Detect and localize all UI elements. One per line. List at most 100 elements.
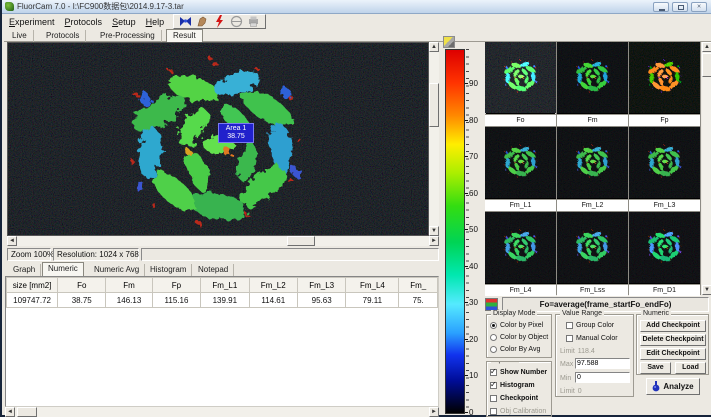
thumb-fp[interactable]: Fp (629, 42, 700, 126)
frame-thumbnail-grid: Fo Fm Fp Fm_L1 Fm_L2 Fm_L3 Fm_L4 Fm_Lss (485, 42, 701, 295)
column-header: Fm (106, 278, 153, 293)
table-row[interactable]: 109747.72 38.75 146.13 115.16 139.91 114… (7, 293, 438, 308)
thumb-fm-lss[interactable]: Fm_Lss (557, 212, 628, 296)
scroll-thumb[interactable] (17, 407, 37, 417)
checkbox-icon (490, 369, 497, 376)
menu-setup[interactable]: Setup (107, 16, 141, 28)
tab-pre-processing[interactable]: Pre-Processing (94, 30, 162, 42)
window-title: FluorCam 7.0 - I:\FC900数据包\2014.9.17-3.t… (17, 1, 184, 12)
blue-bowtie-icon[interactable] (179, 15, 192, 28)
scroll-up-icon[interactable]: ▲ (429, 42, 439, 52)
checkbox-obj-calibration[interactable]: Obj Calibration (490, 407, 546, 416)
thumb-label: Fm (557, 114, 628, 126)
tab-protocols[interactable]: Protocols (40, 30, 86, 42)
table-horizontal-scrollbar[interactable]: ◄ ► (5, 407, 439, 417)
thumb-fo[interactable]: Fo (485, 42, 556, 126)
thumbnails-vertical-scrollbar[interactable]: ▲ ▼ (702, 42, 711, 295)
menu-experiment[interactable]: Experiment (4, 16, 60, 28)
thumb-label: Fm_L1 (485, 199, 556, 211)
color-scale-legend: 90 80 70 60 50 40 30 20 10 0 (442, 36, 484, 417)
red-flash-icon[interactable] (213, 15, 226, 28)
thumb-fm-l4[interactable]: Fm_L4 (485, 212, 556, 296)
delete-checkpoint-button[interactable]: Delete Checkpoint (640, 334, 706, 346)
scroll-right-icon[interactable]: ► (429, 236, 439, 246)
brown-hand-icon[interactable] (196, 15, 209, 28)
scale-palette-icon[interactable] (443, 36, 455, 48)
radio-color-by-pixel[interactable]: Color by Pixel (490, 321, 543, 330)
radio-icon (490, 322, 497, 329)
restore-button[interactable] (672, 2, 688, 12)
min-input[interactable] (575, 372, 630, 383)
checkbox-icon (490, 395, 497, 402)
tab-live[interactable]: Live (6, 30, 34, 42)
checkbox-show-number[interactable]: Show Number (490, 368, 547, 377)
tab-histogram[interactable]: Histogram (145, 264, 192, 276)
image-horizontal-scrollbar[interactable]: ◄ ► (7, 236, 439, 246)
max-input[interactable] (575, 358, 630, 369)
scroll-left-icon[interactable]: ◄ (7, 236, 17, 246)
zoom-status: Zoom 100% (7, 248, 51, 261)
edit-checkpoint-button[interactable]: Edit Checkpoint (640, 348, 706, 360)
cell-fm-l1: 139.91 (201, 293, 249, 308)
top-tab-bar: Live Protocols Pre-Processing Result (4, 29, 711, 42)
add-checkpoint-button[interactable]: Add Checkpoint (640, 320, 706, 332)
thumb-fm-l2[interactable]: Fm_L2 (557, 127, 628, 211)
scale-tick: 70 (469, 153, 478, 161)
checkbox-checkpoint[interactable]: Checkpoint (490, 394, 538, 403)
thumb-label: Fm_L3 (629, 199, 700, 211)
status-bar: Zoom 100% Resolution: 1024 x 768 (7, 248, 439, 261)
analyze-button[interactable]: Analyze (646, 378, 700, 395)
thumb-fm-d1[interactable]: Fm_D1 (629, 212, 700, 296)
checkbox-manual-color[interactable]: Manual Color (566, 334, 618, 343)
thumb-label: Fm_Lss (557, 284, 628, 296)
max-label: Max (560, 360, 573, 369)
group-title: Value Range (560, 310, 604, 318)
globe-icon[interactable] (230, 15, 243, 28)
scroll-thumb[interactable] (429, 83, 439, 127)
column-header: Fm_L1 (201, 278, 249, 293)
thumb-label: Fm_L2 (557, 199, 628, 211)
options-group: Options Show Number Histogram Checkpoint… (486, 361, 552, 417)
load-button[interactable]: Load (675, 362, 706, 374)
image-vertical-scrollbar[interactable]: ▲ ▼ (429, 42, 439, 236)
scroll-down-icon[interactable]: ▼ (702, 285, 711, 295)
checkbox-icon (490, 382, 497, 389)
flask-icon (652, 381, 660, 392)
radio-color-by-avg[interactable]: Color By Avg (490, 345, 540, 354)
tab-notepad[interactable]: Notepad (193, 264, 234, 276)
app-window: FluorCam 7.0 - I:\FC900数据包\2014.9.17-3.t… (0, 0, 711, 417)
minimize-button[interactable] (653, 2, 669, 12)
scroll-down-icon[interactable]: ▼ (429, 226, 439, 236)
fluorescence-image-viewport[interactable]: Area 1 38.75 (7, 42, 429, 236)
printer-icon[interactable] (247, 15, 260, 28)
tab-graph[interactable]: Graph (8, 264, 41, 276)
scale-tick: 0 (469, 409, 473, 417)
tab-result[interactable]: Result (166, 29, 203, 42)
scale-tick: 20 (469, 336, 478, 344)
area-marker[interactable]: Area 1 38.75 (218, 123, 254, 143)
column-header: Fm_L4 (346, 278, 399, 293)
scroll-left-icon[interactable]: ◄ (5, 407, 15, 417)
scroll-thumb[interactable] (702, 53, 711, 77)
menu-protocols[interactable]: Protocols (60, 16, 108, 28)
scroll-thumb[interactable] (287, 236, 315, 246)
radio-color-by-object[interactable]: Color by Object (490, 333, 548, 342)
thumb-fm-l1[interactable]: Fm_L1 (485, 127, 556, 211)
scroll-up-icon[interactable]: ▲ (702, 42, 711, 52)
thumb-fm-l3[interactable]: Fm_L3 (629, 127, 700, 211)
close-button[interactable]: × (691, 2, 707, 12)
scale-tick: 90 (469, 80, 478, 88)
numeric-table: size [mm2] Fo Fm Fp Fm_L1 Fm_L2 Fm_L3 Fm… (6, 277, 438, 308)
group-title: Display Mode (491, 310, 537, 318)
thumb-fm[interactable]: Fm (557, 42, 628, 126)
checkbox-histogram[interactable]: Histogram (490, 381, 535, 390)
save-button[interactable]: Save (640, 362, 671, 374)
thumb-image (485, 42, 556, 113)
tab-numeric[interactable]: Numeric (42, 262, 84, 276)
thumb-image (629, 42, 700, 113)
tab-numeric-avg[interactable]: Numeric Avg (89, 264, 145, 276)
scroll-right-icon[interactable]: ► (429, 407, 439, 417)
menu-help[interactable]: Help (141, 16, 170, 28)
thumb-label: Fm_D1 (629, 284, 700, 296)
checkbox-group-color[interactable]: Group Color (566, 321, 614, 330)
